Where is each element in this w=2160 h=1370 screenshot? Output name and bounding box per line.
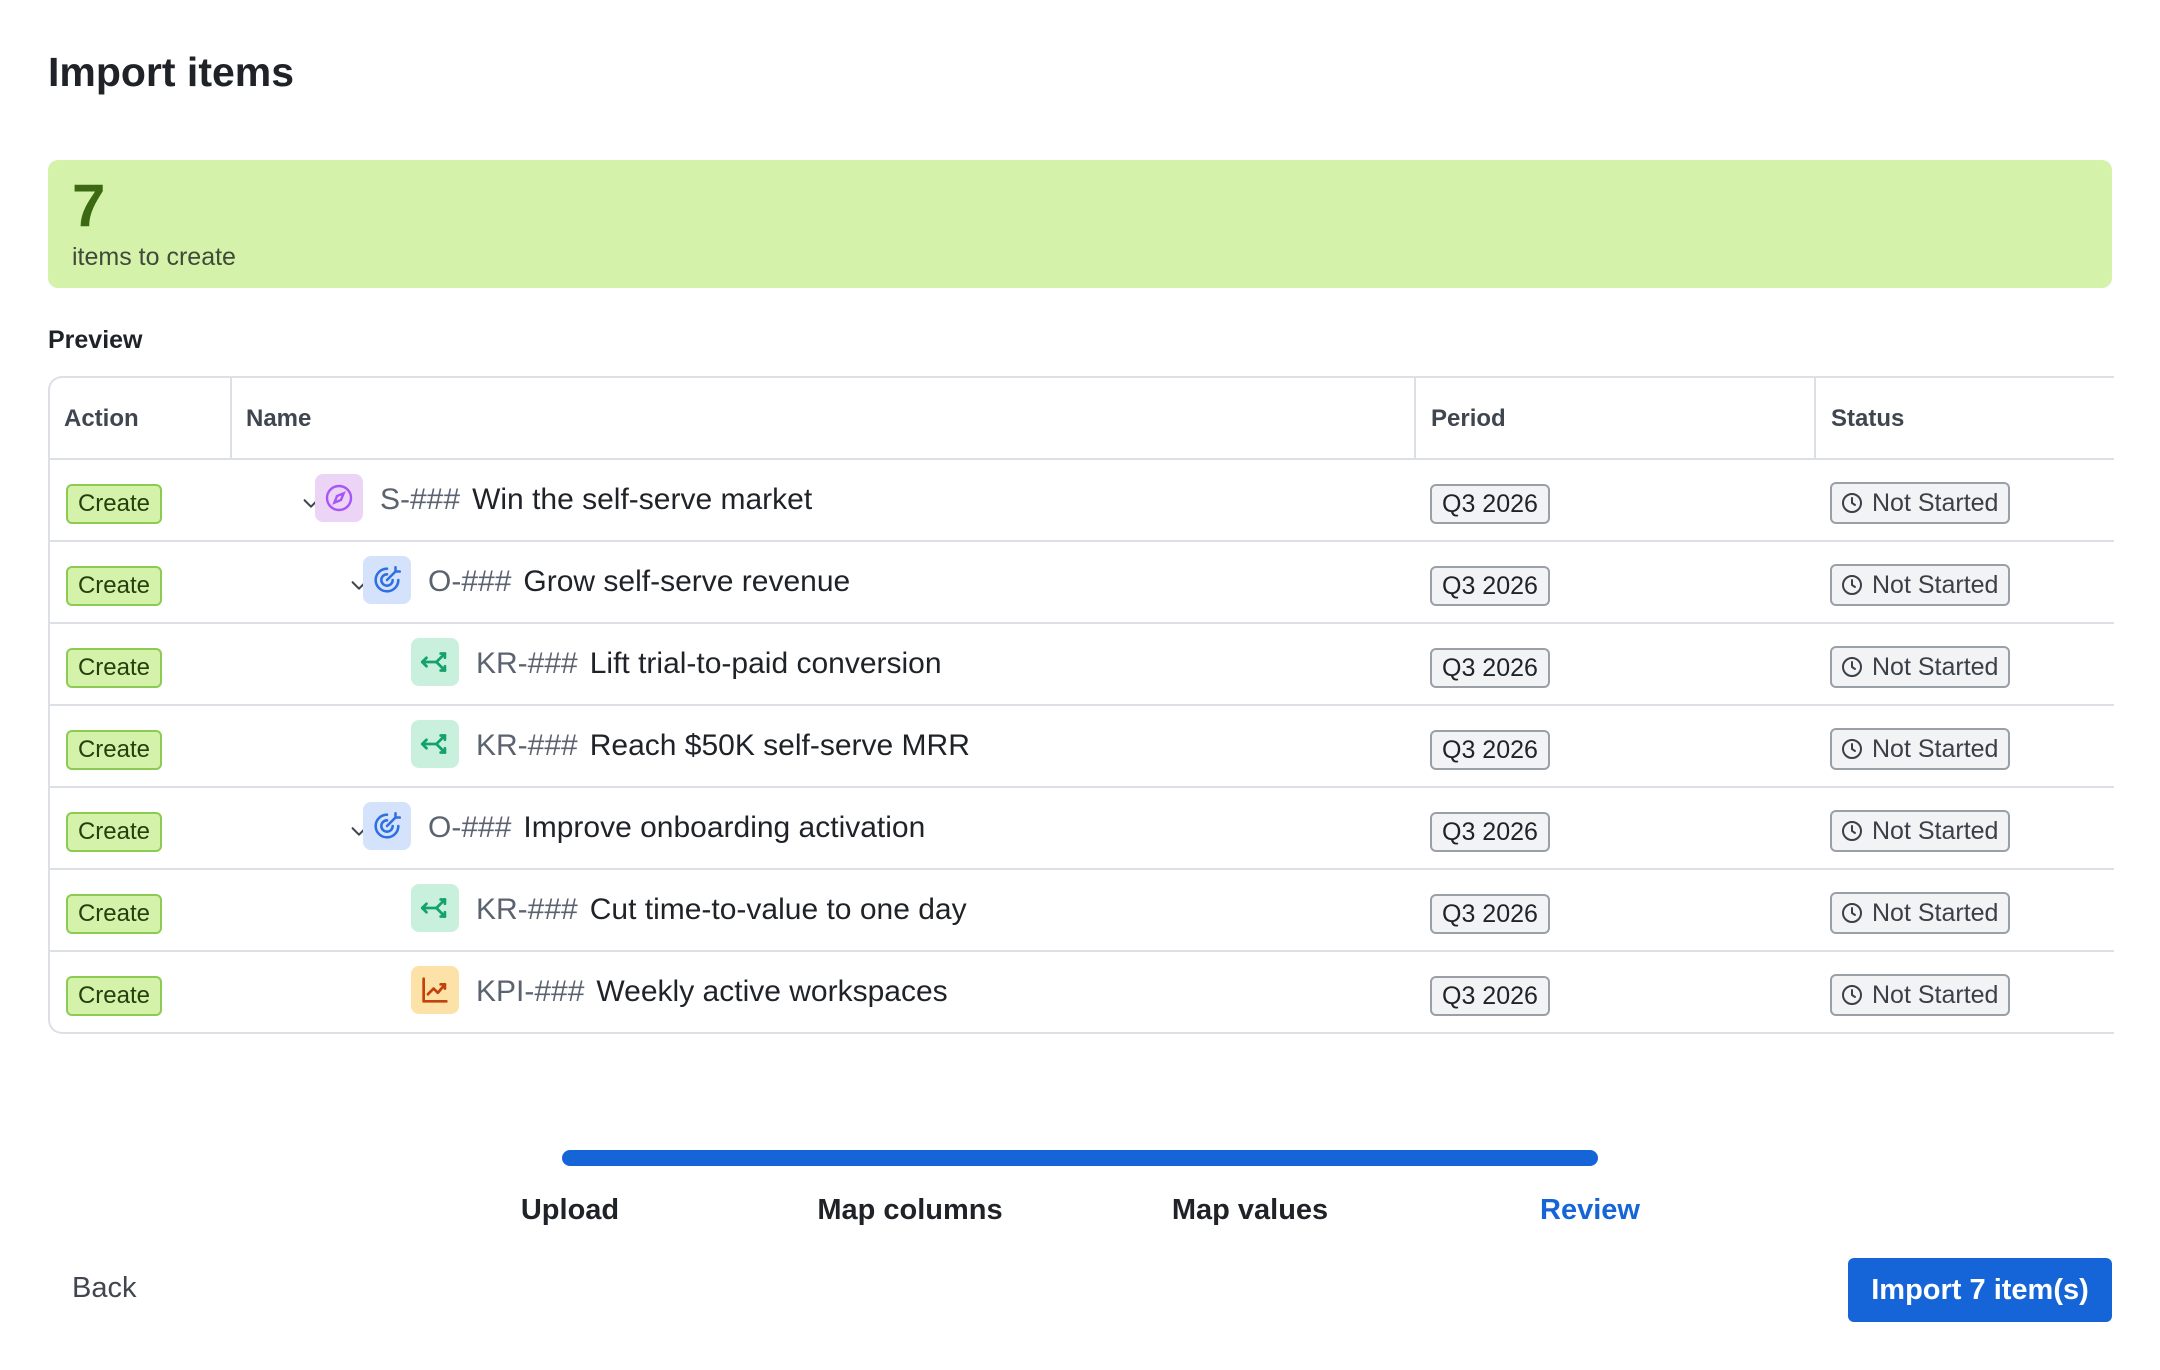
status-badge: Not Started (1830, 564, 2011, 606)
import-dialog: Import items 7 items to create Preview A… (0, 0, 2160, 1370)
item-title: Win the self-serve market (472, 483, 813, 516)
target-icon (363, 802, 411, 850)
column-header-action: Action (64, 405, 139, 432)
stepper-progress-bar (562, 1150, 1598, 1166)
item-name: KPI-### Weekly active workspaces (476, 970, 948, 1014)
period-badge: Q3 2026 (1430, 730, 1550, 770)
item-title: Improve onboarding activation (523, 811, 926, 844)
key-result-icon (411, 720, 459, 768)
status-badge: Not Started (1830, 810, 2011, 852)
action-badge: Create (66, 730, 162, 770)
table-row: Create S-### Win the self-serve market Q3 2… (50, 460, 2114, 542)
table-row: Create KR-### Cut time-to-value to one day… (50, 870, 2114, 952)
item-title: Grow self-serve revenue (523, 565, 851, 598)
import-button[interactable]: Import 7 item(s) (1848, 1258, 2112, 1322)
period-badge: Q3 2026 (1430, 566, 1550, 606)
period-badge: Q3 2026 (1430, 648, 1550, 688)
item-code: KR-### (476, 647, 578, 680)
preview-heading: Preview (48, 326, 143, 354)
action-badge: Create (66, 894, 162, 934)
item-name: S-### Win the self-serve market (380, 478, 812, 522)
table-row: Create KR-### Reach $50K self-serve MRR Q3 … (50, 706, 2114, 788)
item-title: Weekly active workspaces (596, 975, 948, 1008)
back-button[interactable]: Back (52, 1256, 156, 1320)
status-badge: Not Started (1830, 728, 2011, 770)
item-code: S-### (380, 483, 461, 516)
item-title: Lift trial-to-paid conversion (589, 647, 942, 680)
item-title: Cut time-to-value to one day (589, 893, 967, 926)
summary-banner: 7 items to create (48, 160, 2112, 288)
clock-icon (1840, 573, 1864, 597)
period-badge: Q3 2026 (1430, 976, 1550, 1016)
status-label: Not Started (1872, 981, 1999, 1009)
step-upload[interactable]: Upload (521, 1190, 619, 1230)
action-badge: Create (66, 976, 162, 1016)
status-label: Not Started (1872, 899, 1999, 927)
item-code: O-### (428, 811, 512, 844)
status-badge: Not Started (1830, 482, 2011, 524)
status-label: Not Started (1872, 489, 1999, 517)
step-review[interactable]: Review (1540, 1190, 1640, 1230)
item-name: O-### Improve onboarding activation (428, 806, 925, 850)
items-count-label: items to create (72, 243, 236, 271)
table-row: Create KPI-### Weekly active workspaces Q3 … (50, 952, 2114, 1032)
item-code: KR-### (476, 729, 578, 762)
key-result-icon (411, 884, 459, 932)
compass-icon (315, 474, 363, 522)
status-label: Not Started (1872, 653, 1999, 681)
item-name: KR-### Reach $50K self-serve MRR (476, 724, 970, 768)
dialog-title: Import items (48, 49, 295, 95)
status-badge: Not Started (1830, 974, 2011, 1016)
key-result-icon (411, 638, 459, 686)
item-title: Reach $50K self-serve MRR (589, 729, 970, 762)
column-divider (230, 378, 232, 460)
table-row: Create O-### Improve onboarding activation… (50, 788, 2114, 870)
column-header-period: Period (1431, 405, 1506, 432)
item-code: KPI-### (476, 975, 585, 1008)
target-icon (363, 556, 411, 604)
clock-icon (1840, 655, 1864, 679)
clock-icon (1840, 491, 1864, 515)
item-name: O-### Grow self-serve revenue (428, 560, 850, 604)
action-badge: Create (66, 812, 162, 852)
item-name: KR-### Cut time-to-value to one day (476, 888, 967, 932)
period-badge: Q3 2026 (1430, 812, 1550, 852)
column-divider (1814, 378, 1816, 460)
clock-icon (1840, 737, 1864, 761)
preview-table: Action Name Period Status Create S-### Win… (48, 376, 2114, 1034)
status-badge: Not Started (1830, 892, 2011, 934)
table-row: Create O-### Grow self-serve revenue Q3 202… (50, 542, 2114, 624)
item-code: KR-### (476, 893, 578, 926)
item-code: O-### (428, 565, 512, 598)
status-label: Not Started (1872, 571, 1999, 599)
clock-icon (1840, 983, 1864, 1007)
clock-icon (1840, 819, 1864, 843)
status-badge: Not Started (1830, 646, 2011, 688)
item-name: KR-### Lift trial-to-paid conversion (476, 642, 942, 686)
period-badge: Q3 2026 (1430, 484, 1550, 524)
step-map-values[interactable]: Map values (1172, 1190, 1328, 1230)
column-header-status: Status (1831, 405, 1905, 432)
trend-chart-icon (411, 966, 459, 1014)
action-badge: Create (66, 566, 162, 606)
table-header: Action Name Period Status (50, 378, 2114, 460)
period-badge: Q3 2026 (1430, 894, 1550, 934)
clock-icon (1840, 901, 1864, 925)
action-badge: Create (66, 484, 162, 524)
items-count: 7 (72, 172, 106, 239)
status-label: Not Started (1872, 735, 1999, 763)
status-label: Not Started (1872, 817, 1999, 845)
column-divider (1414, 378, 1416, 460)
step-map-columns[interactable]: Map columns (817, 1190, 1002, 1230)
column-header-name: Name (246, 405, 312, 432)
table-row: Create KR-### Lift trial-to-paid conversio… (50, 624, 2114, 706)
action-badge: Create (66, 648, 162, 688)
